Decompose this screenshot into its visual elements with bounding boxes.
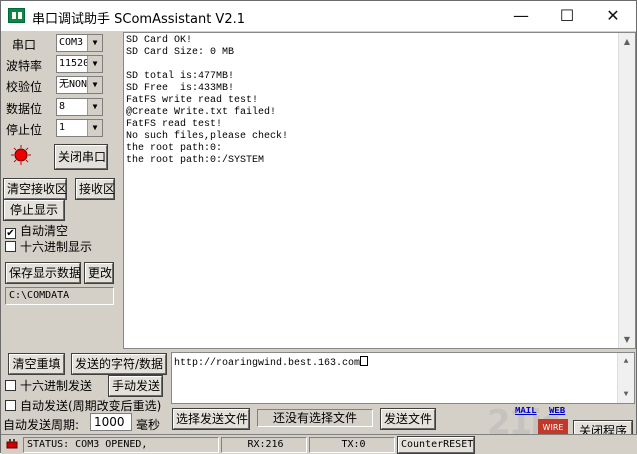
auto-clear-label: 自动清空 [20,224,69,238]
send-text: http://roaringwind.best.163.com [174,358,361,369]
minimize-button[interactable]: — [498,1,544,31]
send-file-button[interactable]: 发送文件 [380,408,436,430]
clear-receive-button[interactable]: 清空接收区 [3,178,67,200]
settings-panel: 串口 COM3 ▼ 波特率 11520 ▼ 校验位 无NON ▼ 数据位 8 ▼ 停止位… [1,32,123,349]
auto-send-checkbox[interactable]: 自动发送(周期改变后重选) [5,397,161,414]
save-path-field: C:\COMDATA [5,287,114,305]
status-bar: STATUS: COM3 OPENED, RX:216 TX:0 Counter… [1,434,637,454]
period-unit: 毫秒 [136,418,161,432]
file-status: 还没有选择文件 [257,409,373,427]
scroll-down-icon[interactable]: ▼ [619,331,635,348]
period-label: 自动发送周期: [3,418,80,432]
auto-clear-checkbox[interactable]: ✔ 自动清空 [5,222,68,239]
scroll-up-icon[interactable]: ▲ [618,353,634,370]
parity-label: 校验位 [6,80,43,94]
hex-display-label: 十六进制显示 [20,240,93,254]
chevron-down-icon: ▼ [87,77,102,93]
hex-display-checkbox[interactable]: 十六进制显示 [5,238,92,255]
send-scrollbar[interactable]: ▲ ▼ [617,353,634,403]
checkbox-box [5,400,16,411]
change-path-button[interactable]: 更改 [84,262,114,284]
main-window: 串口调试助手 SComAssistant V2.1 — ☐ ✕ 串口 COM3 ▼… [0,0,637,454]
databits-select[interactable]: 8 ▼ [56,98,103,116]
counter-reset-button[interactable]: CounterRESET [397,436,475,454]
hex-send-checkbox[interactable]: 十六进制发送 [5,377,92,394]
baud-select[interactable]: 11520 ▼ [56,55,103,73]
checkbox-box [5,380,16,391]
scroll-down-icon[interactable]: ▼ [618,386,634,403]
baud-label: 波特率 [6,59,43,73]
tx-counter: TX:0 [309,437,395,453]
receive-scrollbar[interactable]: ▲ ▼ [618,33,635,348]
period-input[interactable]: 1000 [90,413,132,431]
web-link[interactable]: WEB [549,406,565,416]
plug-icon [6,439,18,449]
status-text: STATUS: COM3 OPENED, [23,437,219,453]
hex-send-label: 十六进制发送 [20,379,93,393]
app-icon [8,8,25,23]
chevron-down-icon: ▼ [87,99,102,115]
select-send-file-button[interactable]: 选择发送文件 [172,408,250,430]
scroll-up-icon[interactable]: ▲ [619,33,635,50]
stopbits-select[interactable]: 1 ▼ [56,119,103,137]
maximize-button[interactable]: ☐ [544,1,590,31]
parity-select[interactable]: 无NON ▼ [56,76,103,94]
baud-value: 11520 [59,58,90,69]
mail-link[interactable]: MAIL [515,406,537,416]
receive-area[interactable]: SD Card OK! SD Card Size: 0 MB SD total … [123,32,636,349]
chevron-down-icon: ▼ [87,35,102,51]
port-select[interactable]: COM3 ▼ [56,34,103,52]
port-value: COM3 [59,37,84,48]
stopbits-value: 1 [59,122,66,133]
manual-send-button[interactable]: 手动发送 [108,375,163,397]
checkbox-box [5,241,16,252]
send-input[interactable]: http://roaringwind.best.163.com ▲ ▼ [171,352,635,404]
title-bar: 串口调试助手 SComAssistant V2.1 — ☐ ✕ [1,1,636,31]
close-port-button[interactable]: 关闭串口 [54,144,108,170]
save-display-data-button[interactable]: 保存显示数据 [5,262,81,284]
receive-area-button[interactable]: 接收区 [75,178,115,200]
port-label: 串口 [12,38,37,52]
databits-value: 8 [59,101,66,112]
text-cursor [360,356,369,366]
window-title: 串口调试助手 SComAssistant V2.1 [32,12,246,27]
send-chars-button[interactable]: 发送的字符/数据 [71,353,167,375]
chevron-down-icon: ▼ [87,120,102,136]
databits-label: 数据位 [6,102,43,116]
auto-send-label: 自动发送(周期改变后重选) [20,399,162,413]
stop-display-button[interactable]: 停止显示 [3,199,65,221]
chevron-down-icon: ▼ [87,56,102,72]
parity-value: 无NON [59,79,88,90]
receive-text: SD Card OK! SD Card Size: 0 MB SD total … [126,35,289,166]
clear-resend-button[interactable]: 清空重填 [8,353,65,375]
port-status-led-icon [11,145,31,165]
close-button[interactable]: ✕ [590,1,636,31]
rx-counter: RX:216 [221,437,307,453]
stopbits-label: 停止位 [6,123,43,137]
